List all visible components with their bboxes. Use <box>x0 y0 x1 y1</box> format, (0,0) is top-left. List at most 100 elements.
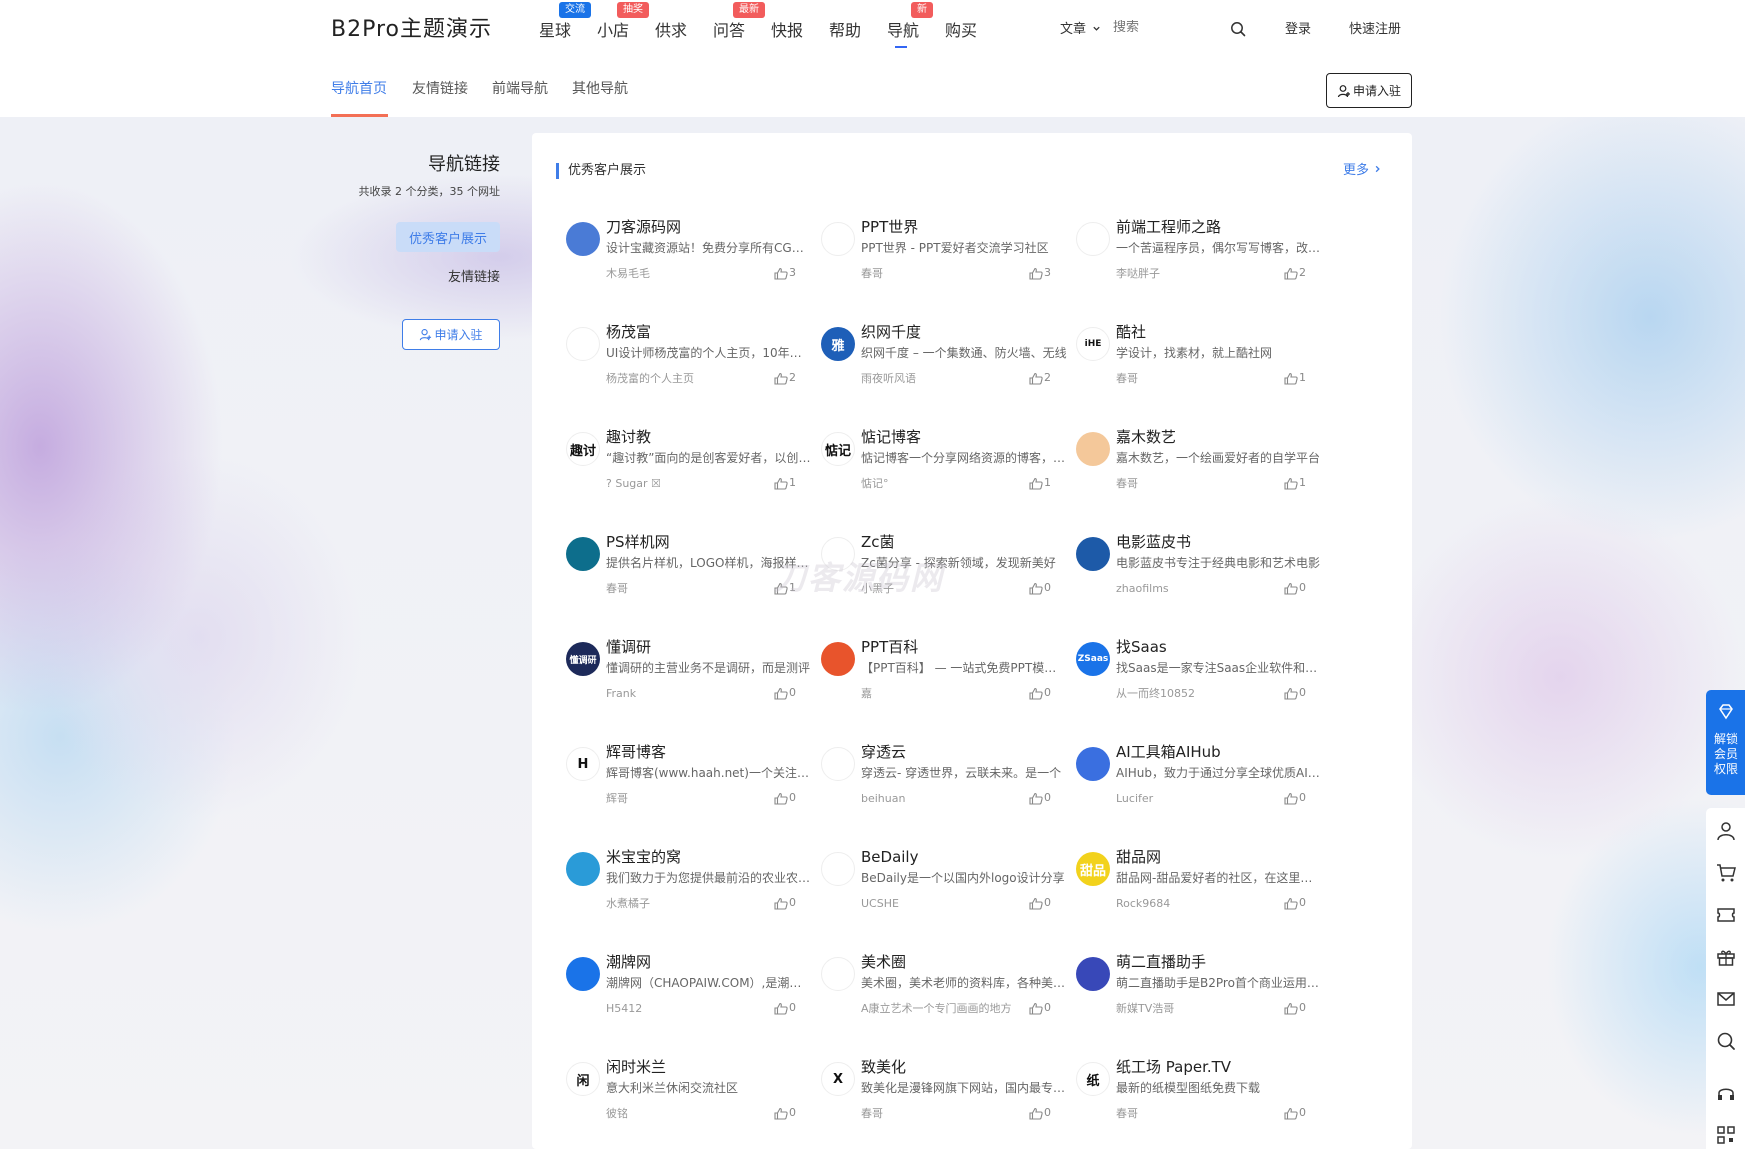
register-link[interactable]: 快速注册 <box>1349 20 1401 40</box>
more-link[interactable]: 更多 <box>1343 162 1382 180</box>
card-title[interactable]: PPT世界 <box>861 216 918 238</box>
like-button[interactable]: 0 <box>1029 580 1051 596</box>
vip-unlock-button[interactable]: 解锁会员权限 <box>1706 690 1745 795</box>
like-button[interactable]: 0 <box>1029 895 1051 911</box>
like-button[interactable]: 0 <box>1284 1105 1306 1121</box>
nav-item-xiaodian[interactable]: 抽奖 小店 <box>597 2 649 43</box>
sidebar-apply-button[interactable]: 申请入驻 <box>402 319 500 350</box>
card-title[interactable]: BeDaily <box>861 846 918 868</box>
nav-item-wenda[interactable]: 最新 问答 <box>713 2 765 43</box>
tab-nav-home[interactable]: 导航首页 <box>331 79 387 99</box>
nav-item-goumai[interactable]: 购买 <box>945 19 977 43</box>
like-button[interactable]: 0 <box>1029 790 1051 806</box>
site-card[interactable]: 刀客源码网 设计宝藏资源站！免费分享所有CG资源 木易毛毛 3 <box>566 216 816 296</box>
card-title[interactable]: 纸工场 Paper.TV <box>1116 1056 1231 1078</box>
card-title[interactable]: 电影蓝皮书 <box>1116 531 1191 553</box>
site-card[interactable]: 惦记 惦记博客 惦记博客一个分享网络资源的博客，专注 惦记° 1 <box>821 426 1071 506</box>
nav-item-gongqiu[interactable]: 供求 <box>655 19 687 43</box>
card-title[interactable]: AI工具箱AIHub <box>1116 741 1221 763</box>
card-title[interactable]: 闲时米兰 <box>606 1056 666 1078</box>
like-button[interactable]: 0 <box>1029 1000 1051 1016</box>
search-input[interactable] <box>1113 20 1223 35</box>
site-card[interactable]: 闲闲时米兰 意大利米兰休闲交流社区 彼铭 0 <box>566 1056 816 1136</box>
like-button[interactable]: 1 <box>774 475 796 491</box>
card-title[interactable]: 美术圈 <box>861 951 906 973</box>
site-card[interactable]: PPT百科 【PPT百科】 — 一站式免费PPT模板下载嘉 0 <box>821 636 1071 716</box>
mail-icon[interactable] <box>1715 988 1737 1010</box>
site-card[interactable]: X 致美化 致美化是漫锋网旗下网站，国内最专业的 春哥 0 <box>821 1056 1071 1136</box>
card-title[interactable]: 辉哥博客 <box>606 741 666 763</box>
site-card[interactable]: 潮牌网潮牌网（CHAOPAIW.COM）,是潮牌爱好者 H5412 0 <box>566 951 816 1031</box>
site-card[interactable]: ZSaas 找Saas 找Saas是一家专注Saas企业软件和服务 从一而终10852… <box>1076 636 1326 716</box>
like-button[interactable]: 2 <box>1029 370 1051 386</box>
ticket-icon[interactable] <box>1715 904 1737 926</box>
site-card[interactable]: 美术圈 美术圈，美术老师的资料库，各种美术资源 A康立艺术一个专门画画的地方 0 <box>821 951 1071 1031</box>
like-button[interactable]: 0 <box>1284 790 1306 806</box>
card-title[interactable]: PPT百科 <box>861 636 918 658</box>
site-card[interactable]: 懂调研 懂调研 懂调研的主营业务不是调研，而是测评 Frank 0 <box>566 636 816 716</box>
search-scope-select[interactable]: 文章 <box>1060 20 1101 40</box>
like-button[interactable]: 0 <box>1284 1000 1306 1016</box>
login-link[interactable]: 登录 <box>1285 20 1311 40</box>
site-card[interactable]: 趣讨 趣讨教 “趣讨教”面向的是创客爱好者，以创客教育 ? Sugar ☒ 1 <box>566 426 816 506</box>
nav-item-bangzhu[interactable]: 帮助 <box>829 19 861 43</box>
card-title[interactable]: 致美化 <box>861 1056 906 1078</box>
sidebar-category-friend-links[interactable]: 友情链接 <box>396 267 500 289</box>
tab-frontend-nav[interactable]: 前端导航 <box>492 79 548 99</box>
card-title[interactable]: 刀客源码网 <box>606 216 681 238</box>
site-card[interactable]: PPT世界 PPT世界 - PPT爱好者交流学习社区 春哥 3 <box>821 216 1071 296</box>
card-title[interactable]: 织网千度 <box>861 321 921 343</box>
like-button[interactable]: 3 <box>774 265 796 281</box>
card-title[interactable]: PS样机网 <box>606 531 670 553</box>
like-button[interactable]: 1 <box>1284 475 1306 491</box>
card-title[interactable]: 嘉木数艺 <box>1116 426 1176 448</box>
site-card[interactable]: 电影蓝皮书 电影蓝皮书专注于经典电影和艺术电影 zhaofilms 0 <box>1076 531 1326 611</box>
like-button[interactable]: 2 <box>1284 265 1306 281</box>
card-title[interactable]: 酷社 <box>1116 321 1146 343</box>
card-title[interactable]: 懂调研 <box>606 636 651 658</box>
like-button[interactable]: 3 <box>1029 265 1051 281</box>
site-card[interactable]: 甜品 甜品网 甜品网-甜品爱好者的社区，在这里分享 Rock9684 0 <box>1076 846 1326 926</box>
site-card[interactable]: BeDaily BeDaily是一个以国内外logo设计分享 UCSHE 0 <box>821 846 1071 926</box>
tab-friend-links[interactable]: 友情链接 <box>412 79 468 99</box>
cart-icon[interactable] <box>1715 862 1737 884</box>
like-button[interactable]: 0 <box>1029 685 1051 701</box>
card-title[interactable]: 趣讨教 <box>606 426 651 448</box>
card-title[interactable]: 穿透云 <box>861 741 906 763</box>
like-button[interactable]: 1 <box>1029 475 1051 491</box>
nav-item-daohang[interactable]: 新 导航 <box>887 2 933 48</box>
like-button[interactable]: 0 <box>1284 580 1306 596</box>
search-icon[interactable] <box>1715 1030 1737 1052</box>
site-card[interactable]: 雅织网千度 织网千度 – 一个集数通、防火墙、无线 雨夜听风语 2 <box>821 321 1071 401</box>
like-button[interactable]: 0 <box>1029 1105 1051 1121</box>
card-title[interactable]: 米宝宝的窝 <box>606 846 681 868</box>
apply-join-button[interactable]: 申请入驻 <box>1326 73 1412 108</box>
site-card[interactable]: AI工具箱AIHub AIHub，致力于通过分享全球优质AI工具 Lucifer 0 <box>1076 741 1326 821</box>
like-button[interactable]: 1 <box>1284 370 1306 386</box>
search-icon[interactable] <box>1230 21 1246 37</box>
site-card[interactable]: iHE 酷社 学设计，找素材，就上酷社网 春哥 1 <box>1076 321 1326 401</box>
like-button[interactable]: 0 <box>774 790 796 806</box>
user-icon[interactable] <box>1715 820 1737 842</box>
sidebar-category-active[interactable]: 优秀客户展示 <box>396 222 500 252</box>
like-button[interactable]: 0 <box>774 895 796 911</box>
card-title[interactable]: 潮牌网 <box>606 951 651 973</box>
site-card[interactable]: H 辉哥博客 辉哥博客(www.haah.net)一个关注互联网 辉哥 0 <box>566 741 816 821</box>
like-button[interactable]: 0 <box>774 685 796 701</box>
site-logo[interactable]: B2Pro主题演示 <box>331 14 492 46</box>
card-title[interactable]: 萌二直播助手 <box>1116 951 1206 973</box>
tab-other-nav[interactable]: 其他导航 <box>572 79 628 99</box>
site-card[interactable]: 米宝宝的窝 我们致力于为您提供最前沿的农业农村信息 水煮橘子 0 <box>566 846 816 926</box>
headset-icon[interactable] <box>1715 1083 1737 1105</box>
card-title[interactable]: 惦记博客 <box>861 426 921 448</box>
qrcode-icon[interactable] <box>1715 1124 1737 1146</box>
card-title[interactable]: 甜品网 <box>1116 846 1161 868</box>
like-button[interactable]: 0 <box>774 1000 796 1016</box>
site-card[interactable]: 杨茂富 UI设计师杨茂富的个人主页，10年设计经验杨茂富的个人主页 2 <box>566 321 816 401</box>
site-card[interactable]: 纸纸工场 Paper.TV 最新的纸模型图纸免费下载 春哥 0 <box>1076 1056 1326 1136</box>
like-button[interactable]: 2 <box>774 370 796 386</box>
card-title[interactable]: 杨茂富 <box>606 321 651 343</box>
like-button[interactable]: 0 <box>1284 895 1306 911</box>
card-title[interactable]: Zc菌 <box>861 531 895 553</box>
site-card[interactable]: 穿透云 穿透云- 穿透世界，云联未来。是一个 beihuan 0 <box>821 741 1071 821</box>
